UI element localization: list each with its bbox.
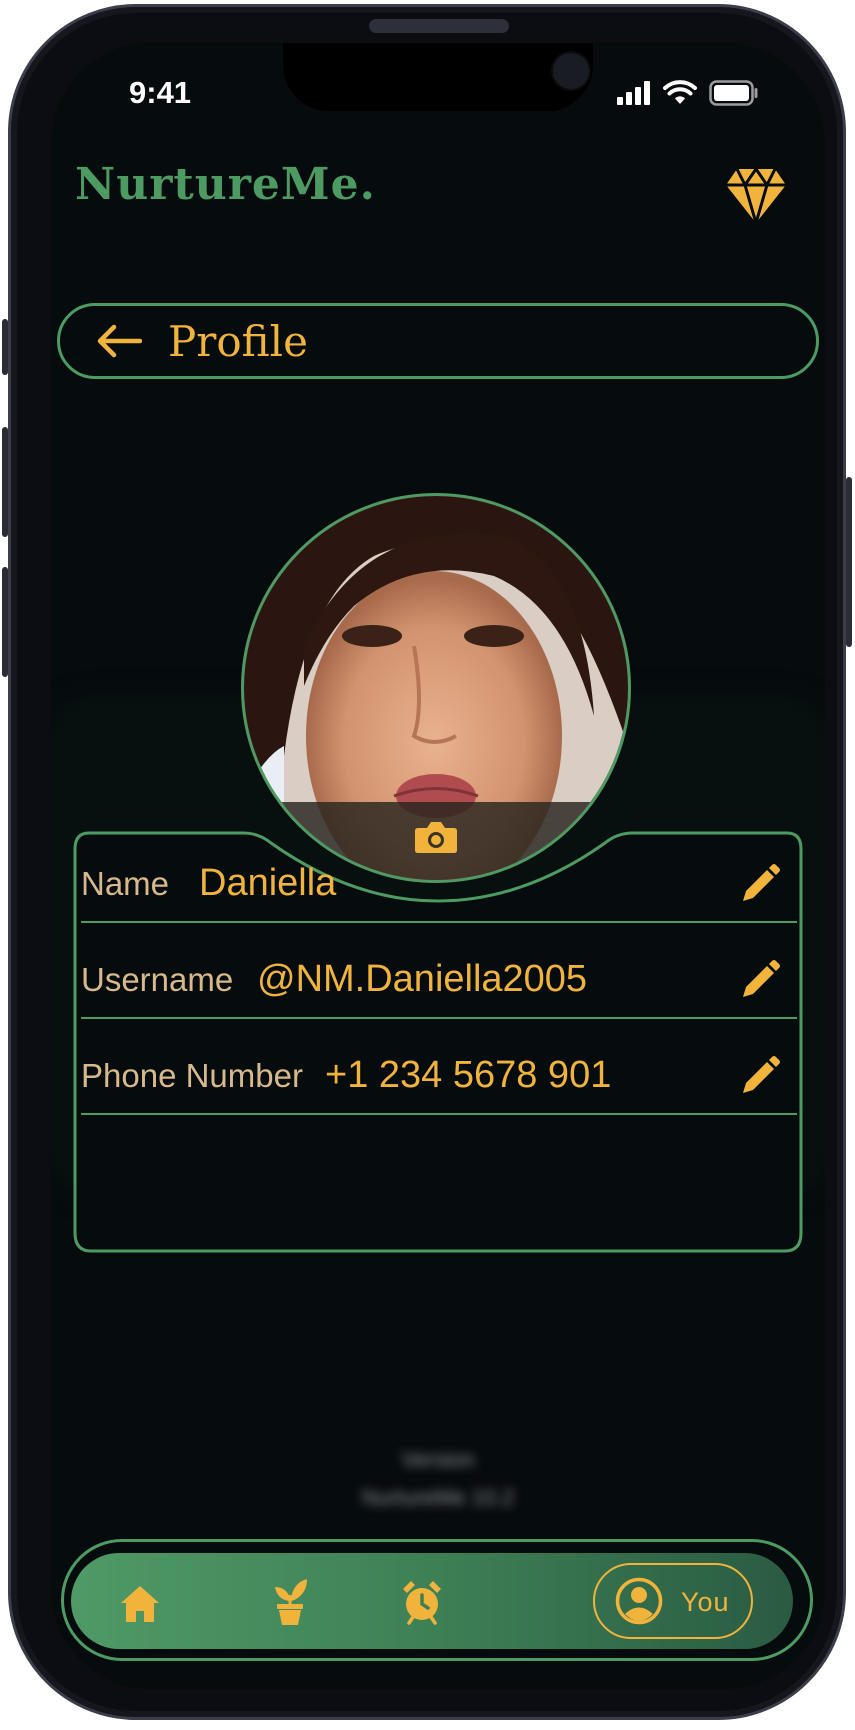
wifi-icon [663,80,697,104]
front-camera [551,51,591,91]
mute-switch [2,319,8,375]
power-button [846,477,852,647]
user-icon [615,1577,663,1625]
edit-phone-pencil-icon[interactable] [737,1055,781,1099]
battery-icon [709,80,758,106]
logo-dot: . [359,159,376,210]
plant-icon[interactable] [269,1577,311,1627]
status-icons [617,79,759,107]
home-icon[interactable] [119,1583,161,1625]
nav-you-label: You [681,1587,730,1617]
alarm-clock-icon[interactable] [401,1579,443,1625]
profile-header-bar: Profile [57,303,819,379]
profile-avatar[interactable] [241,493,631,883]
phone-label: Phone Number [81,1057,303,1094]
page-title: Profile [168,316,308,366]
diamond-icon[interactable] [725,167,787,225]
name-field-row: Name Daniella [81,827,797,923]
logo-text: NurtureMe [75,159,360,210]
edit-name-pencil-icon[interactable] [737,863,781,907]
volume-down-button [2,567,8,677]
phone-field-row: Phone Number +1 234 5678 901 [81,1019,797,1115]
version-label: Version [401,1447,475,1472]
username-label: Username [81,961,234,998]
cellular-signal-icon [617,81,650,105]
back-arrow-icon[interactable] [96,324,142,358]
name-value: Daniella [199,862,337,904]
status-time: 9:41 [129,75,192,110]
notch [283,43,593,111]
volume-up-button [2,427,8,537]
screen: 9:41 NurtureMe. Profile Name Daniella Us… [51,43,825,1689]
nav-you-tab[interactable]: You [593,1563,753,1639]
username-field-row: Username @NM.Daniella2005 [81,923,797,1019]
bottom-nav: You [71,1553,793,1649]
earpiece-speaker [369,19,509,33]
phone-frame: 9:41 NurtureMe. Profile Name Daniella Us… [2,4,852,1720]
name-label: Name [81,865,170,902]
edit-username-pencil-icon[interactable] [737,959,781,1003]
username-value: @NM.Daniella2005 [257,958,588,1000]
phone-value: +1 234 5678 901 [325,1054,612,1096]
app-logo: NurtureMe. [75,159,376,210]
version-number: NurtureMe 10.2 [361,1485,515,1510]
